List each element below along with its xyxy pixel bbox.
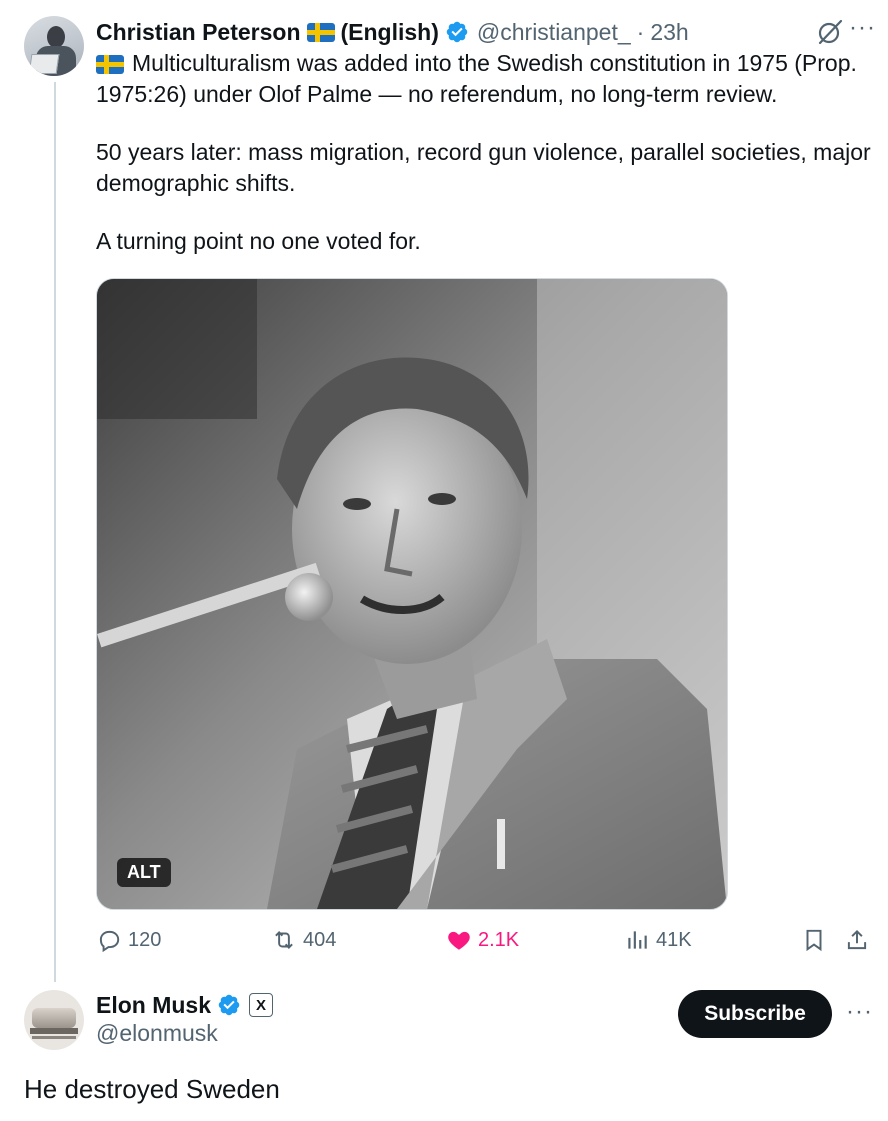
thread-connector-line	[54, 82, 56, 982]
reply-text: He destroyed Sweden	[24, 1074, 280, 1104]
view-count: 41K	[656, 928, 692, 951]
reply-icon	[99, 930, 120, 953]
repost-icon	[275, 931, 293, 949]
tweet-text-line: 50 years later: mass migration, record g…	[96, 139, 871, 196]
repost-count: 404	[303, 928, 337, 951]
subscribe-button[interactable]: Subscribe	[678, 990, 832, 1038]
photo-illustration	[97, 279, 727, 909]
bookmark-icon	[806, 929, 822, 952]
share-button[interactable]	[844, 922, 876, 958]
author-name[interactable]: Elon Musk	[96, 992, 211, 1019]
repost-button[interactable]: 404	[271, 922, 336, 958]
author-name[interactable]: Christian Peterson	[96, 19, 301, 46]
swedish-flag-icon	[306, 22, 335, 42]
author-name-suffix[interactable]: (English)	[341, 19, 439, 46]
more-options-icon[interactable]: ···	[846, 998, 873, 1026]
x-affiliate-badge-icon[interactable]: X	[249, 993, 274, 1017]
like-count: 2.1K	[478, 928, 520, 951]
avatar[interactable]	[24, 990, 84, 1050]
tweet-body: Multiculturalism was added into the Swed…	[96, 48, 876, 284]
alt-text-button[interactable]: ALT	[117, 858, 171, 887]
avatar[interactable]	[24, 16, 84, 76]
author-handle[interactable]: @elonmusk	[96, 1020, 218, 1047]
avatar-figure	[32, 1036, 76, 1039]
author-handle[interactable]: @christianpet_	[477, 19, 631, 46]
bookmark-button[interactable]	[801, 922, 833, 958]
tweet-text-line: A turning point no one voted for.	[96, 228, 421, 254]
grok-icon[interactable]	[816, 18, 844, 46]
tweet-text-line: Multiculturalism was added into the Swed…	[96, 50, 857, 107]
tweet-timestamp[interactable]: 23h	[650, 19, 688, 46]
swedish-flag-icon	[96, 55, 124, 75]
reply-count: 120	[128, 928, 162, 951]
tweet-photo[interactable]: ALT	[96, 278, 728, 910]
avatar-figure	[32, 1008, 76, 1028]
reply-author-row: Elon Musk X	[96, 988, 274, 1022]
tweet-header: Christian Peterson (English) @christianp…	[96, 14, 868, 50]
share-icon	[847, 929, 867, 950]
verified-badge-icon[interactable]	[445, 20, 469, 44]
laptop-icon	[28, 54, 60, 74]
views-icon	[628, 931, 647, 949]
tweet-actions: 120 404 2.1K 41K	[96, 922, 876, 958]
like-button[interactable]: 2.1K	[446, 922, 519, 958]
avatar-figure	[30, 1028, 78, 1034]
verified-badge-icon[interactable]	[217, 993, 241, 1017]
avatar-figure	[47, 26, 65, 48]
more-options-icon[interactable]: ···	[849, 14, 876, 42]
heart-icon	[448, 931, 470, 950]
separator-dot: ·	[636, 18, 645, 45]
views-button[interactable]: 41K	[624, 922, 692, 958]
reply-button[interactable]: 120	[96, 922, 161, 958]
